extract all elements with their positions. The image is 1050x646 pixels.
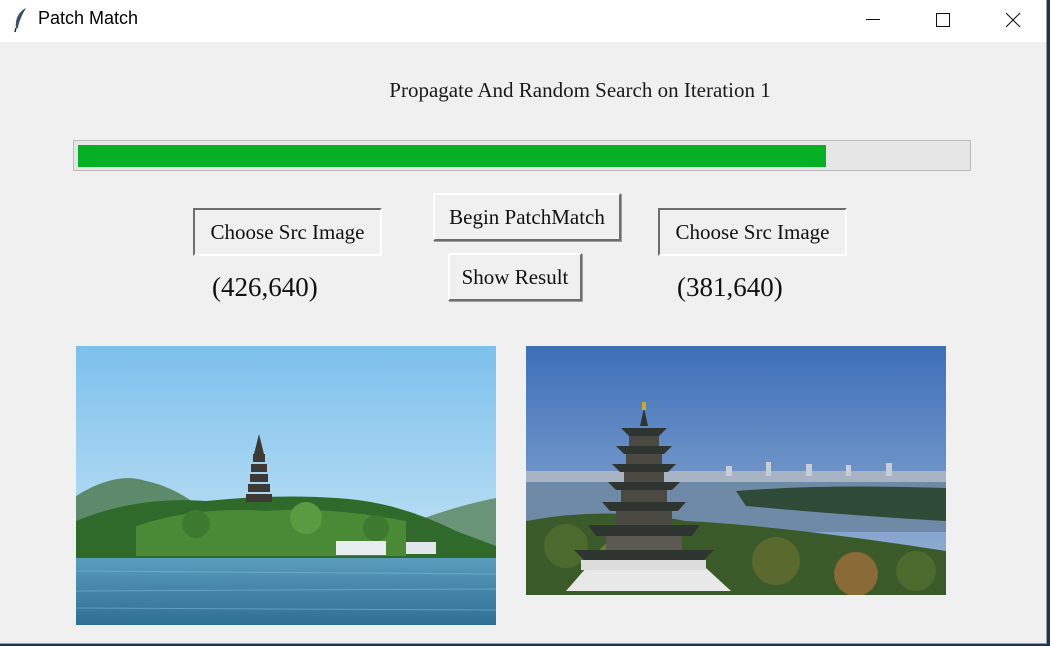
progress-fill bbox=[78, 145, 826, 167]
title-bar: Patch Match bbox=[0, 0, 1046, 42]
close-button[interactable] bbox=[978, 0, 1046, 40]
choose-src-image-right-button[interactable]: Choose Src Image bbox=[658, 208, 847, 256]
maximize-icon bbox=[936, 13, 950, 27]
window-title: Patch Match bbox=[38, 8, 139, 28]
feather-icon bbox=[12, 7, 30, 33]
begin-patchmatch-button[interactable]: Begin PatchMatch bbox=[433, 193, 621, 241]
right-image-size-label: (381,640) bbox=[677, 272, 783, 302]
status-label: Propagate And Random Search on Iteration… bbox=[389, 78, 771, 102]
source-image bbox=[76, 346, 496, 625]
app-window: Patch Match Propagate And Random Search … bbox=[0, 0, 1047, 644]
show-result-button[interactable]: Show Result bbox=[448, 253, 582, 301]
left-image-size-label: (426,640) bbox=[212, 272, 318, 302]
close-icon bbox=[1005, 12, 1021, 28]
progress-bar bbox=[73, 140, 971, 171]
maximize-button[interactable] bbox=[908, 0, 978, 40]
target-image bbox=[526, 346, 946, 595]
minimize-button[interactable] bbox=[838, 0, 908, 40]
minimize-icon bbox=[866, 19, 880, 20]
choose-src-image-left-button[interactable]: Choose Src Image bbox=[193, 208, 382, 256]
